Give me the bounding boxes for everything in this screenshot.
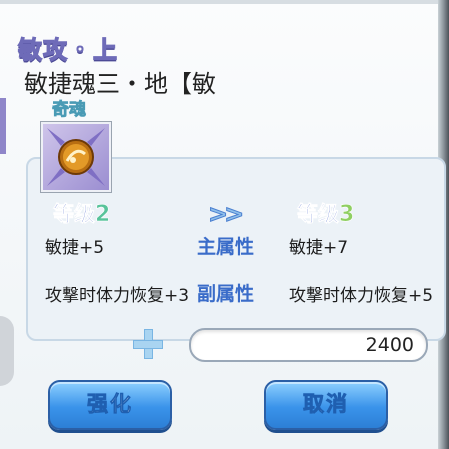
upgrade-arrow-icon: >> [207, 200, 244, 229]
main-attr-label: 主属性 [197, 236, 255, 258]
dialog-top-border [0, 0, 438, 4]
enhance-button[interactable]: 强化 [48, 380, 172, 430]
cost-field: 2400 [189, 328, 428, 362]
next-level-label: 等级 [297, 202, 340, 227]
item-type-label: 奇魂 [52, 100, 87, 121]
soul-gem-icon [47, 128, 105, 186]
current-level: 等级2 [53, 198, 111, 228]
current-main-attr: 敏捷+5 [45, 238, 105, 258]
item-name: 敏捷魂三・地【敏 [24, 70, 216, 98]
current-level-number: 2 [95, 202, 111, 228]
upgrade-dialog: 敏攻・上 敏捷魂三・地【敏 奇魂 等级2 >> 等级3 敏捷+5 主属性 敏捷+… [0, 0, 449, 449]
plus-icon [133, 329, 163, 359]
dialog-title: 敏攻・上 [17, 35, 118, 64]
cost-value: 2400 [365, 334, 414, 356]
current-level-label: 等级 [53, 202, 96, 227]
next-sub-attr: 攻撃时体力恢复+5 [289, 286, 434, 306]
next-main-attr: 敏捷+7 [289, 238, 349, 258]
item-slot[interactable] [41, 122, 111, 192]
next-level: 等级3 [297, 198, 355, 228]
cancel-button[interactable]: 取消 [264, 380, 388, 430]
side-tab[interactable] [0, 98, 6, 154]
current-sub-attr: 攻撃时体力恢复+3 [45, 286, 190, 306]
side-handle[interactable] [0, 316, 14, 386]
next-level-number: 3 [339, 202, 355, 228]
sub-attr-label: 副属性 [197, 283, 255, 305]
